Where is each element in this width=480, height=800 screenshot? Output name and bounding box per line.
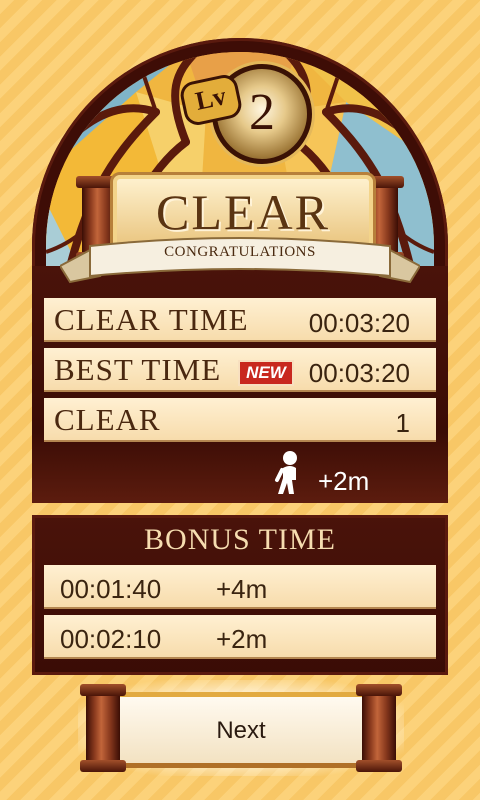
stat-label: CLEAR xyxy=(54,402,161,437)
bonus-time-panel: BONUS TIME 00:01:40 +4m 00:02:10 +2m xyxy=(32,515,448,675)
congratulations-ribbon: CONGRATULATIONS xyxy=(60,236,420,288)
level-badge: 2 Lv xyxy=(178,62,312,172)
bonus-time-threshold: 00:01:40 xyxy=(60,574,162,604)
stat-row-clear-time: CLEAR TIME 00:03:20 xyxy=(44,298,436,342)
stat-value: 1 xyxy=(395,408,410,438)
stat-value: 00:03:20 xyxy=(308,358,410,388)
walk-bonus-value: +2m xyxy=(318,466,370,496)
bonus-row: 00:01:40 +4m xyxy=(44,565,436,609)
stat-row-best-time: BEST TIME NEW 00:03:20 xyxy=(44,348,436,392)
bonus-time-title: BONUS TIME xyxy=(144,523,336,556)
next-left-column xyxy=(80,684,126,772)
walking-person-icon xyxy=(275,451,297,494)
stat-value: 00:03:20 xyxy=(308,308,410,338)
clear-title: CLEAR xyxy=(156,184,330,240)
congratulations-text: CONGRATULATIONS xyxy=(164,244,316,260)
bonus-time-gain: +4m xyxy=(216,574,268,604)
bonus-row: 00:02:10 +2m xyxy=(44,615,436,659)
new-record-badge: NEW xyxy=(238,360,294,386)
next-right-column xyxy=(356,684,402,772)
stat-label: BEST TIME xyxy=(54,352,222,387)
next-button[interactable]: Next xyxy=(78,680,404,776)
next-button-plate: Next xyxy=(106,692,376,768)
bonus-time-threshold: 00:02:10 xyxy=(60,624,162,654)
stat-label: CLEAR TIME xyxy=(54,302,249,337)
stat-row-clear-count: CLEAR 1 xyxy=(44,398,436,442)
bonus-time-gain: +2m xyxy=(216,624,268,654)
next-button-label: Next xyxy=(216,717,266,744)
